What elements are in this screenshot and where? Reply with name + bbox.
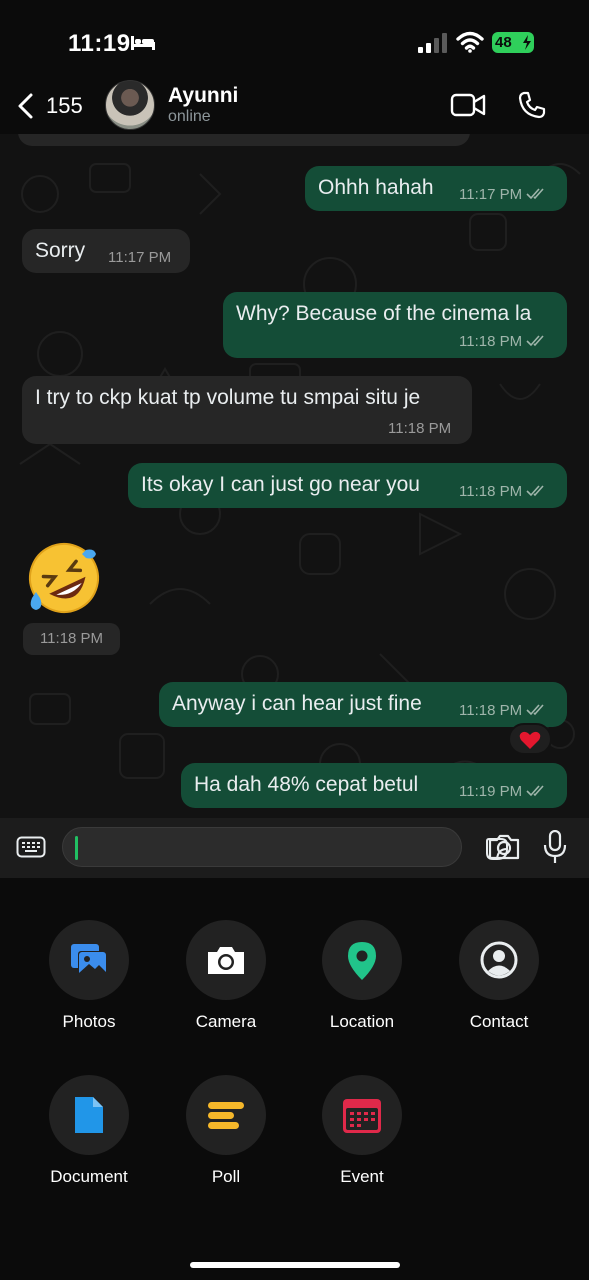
message-bubble[interactable]: Sorry 11:17 PM: [22, 229, 190, 273]
message-time: 11:18 PM: [459, 702, 546, 719]
read-receipt-icon: [526, 335, 544, 347]
location-pin-icon: [348, 942, 376, 980]
message-text: Its okay I can just go near you: [141, 473, 420, 496]
message-text: Why? Because of the cinema la: [236, 302, 532, 325]
message-bubble[interactable]: Ha dah 48% cepat betul 11:19 PM: [181, 763, 567, 808]
calendar-event-icon: [343, 1099, 381, 1133]
attach-label: Poll: [211, 1167, 241, 1186]
microphone-icon[interactable]: [543, 830, 567, 864]
attach-contact-button[interactable]: Contact: [434, 920, 564, 1050]
camera-icon: [208, 947, 244, 974]
red-heart-icon: [519, 731, 541, 749]
home-indicator[interactable]: [190, 1262, 400, 1268]
read-receipt-icon: [526, 785, 544, 797]
attach-label: Contact: [469, 1012, 529, 1031]
status-time: 11:19: [68, 30, 131, 57]
attach-camera-button[interactable]: Camera: [161, 920, 291, 1050]
attach-label: Location: [329, 1012, 395, 1031]
message-bubble[interactable]: Ohhh hahah 11:17 PM: [305, 166, 567, 211]
message-composer: [0, 818, 589, 878]
document-icon: [75, 1097, 103, 1133]
attach-document-circle[interactable]: [49, 1075, 129, 1155]
attachment-panel: Photos Camera Location Contact Document …: [0, 878, 589, 1280]
camera-icon[interactable]: [487, 833, 521, 861]
message-time: 11:18 PM: [388, 420, 452, 437]
attach-poll-circle[interactable]: [186, 1075, 266, 1155]
message-time: 11:18 PM: [459, 333, 546, 350]
message-timestamp: 11:17 PM: [459, 186, 523, 203]
message-text: Ha dah 48% cepat betul: [194, 773, 419, 796]
attach-document-button[interactable]: Document: [24, 1075, 154, 1205]
contact-name[interactable]: Ayunni: [168, 84, 238, 108]
message-text: Ohhh hahah: [318, 176, 434, 199]
attach-contact-circle[interactable]: [459, 920, 539, 1000]
message-bubble[interactable]: Why? Because of the cinema la 11:18 PM: [223, 292, 567, 358]
video-call-icon[interactable]: [450, 92, 486, 118]
attach-event-circle[interactable]: [322, 1075, 402, 1155]
message-bubble[interactable]: Its okay I can just go near you 11:18 PM: [128, 463, 567, 508]
message-time: 11:17 PM: [459, 186, 546, 203]
battery-charging-icon: [523, 35, 531, 50]
message-timestamp: 11:18 PM: [459, 483, 523, 500]
message-timestamp: 11:18 PM: [459, 333, 523, 350]
contact-status: online: [168, 108, 211, 125]
signal-icon: [418, 33, 447, 53]
contact-icon: [480, 941, 518, 979]
status-bar: 11:19 48: [0, 0, 589, 80]
message-time: 11:18 PM: [459, 483, 546, 500]
unread-count[interactable]: 155: [46, 93, 83, 119]
attach-label: Photos: [62, 1012, 116, 1031]
message-timestamp: 11:18 PM: [459, 702, 523, 719]
message-text: I try to ckp kuat tp volume tu smpai sit…: [35, 386, 421, 409]
reaction-badge[interactable]: [508, 723, 552, 755]
attach-label: Document: [50, 1167, 128, 1186]
battery-indicator: 48: [492, 32, 534, 53]
attach-camera-circle[interactable]: [186, 920, 266, 1000]
wifi-icon: [456, 31, 484, 53]
avatar[interactable]: [105, 80, 155, 130]
read-receipt-icon: [526, 704, 544, 716]
message-bubble[interactable]: I try to ckp kuat tp volume tu smpai sit…: [22, 376, 472, 444]
attach-label: Event: [340, 1167, 384, 1186]
attach-event-button[interactable]: Event: [297, 1075, 427, 1205]
chat-header: 155 Ayunni online: [0, 80, 589, 134]
message-time: 11:19 PM: [459, 783, 546, 800]
voice-call-icon[interactable]: [517, 90, 547, 120]
message-input[interactable]: [62, 827, 508, 867]
rolling-on-floor-laughing-emoji[interactable]: [24, 540, 104, 616]
attach-poll-button[interactable]: Poll: [161, 1075, 291, 1205]
read-receipt-icon: [526, 188, 544, 200]
back-chevron-icon[interactable]: [16, 92, 36, 120]
chat-area[interactable]: Ohhh hahah 11:17 PM Sorry 11:17 PM Why? …: [0, 134, 589, 818]
bed-icon: [131, 36, 155, 50]
attach-photos-circle[interactable]: [49, 920, 129, 1000]
battery-level: 48: [495, 34, 512, 51]
message-text: Sorry: [35, 239, 86, 262]
message-time: 11:18 PM: [23, 623, 120, 655]
message-bubble[interactable]: Anyway i can hear just fine 11:18 PM: [159, 682, 567, 727]
message-timestamp: 11:19 PM: [459, 783, 523, 800]
attach-location-button[interactable]: Location: [297, 920, 427, 1050]
keyboard-icon[interactable]: [16, 836, 46, 858]
message-text: Anyway i can hear just fine: [172, 692, 422, 715]
attach-label: Camera: [195, 1012, 257, 1031]
poll-icon: [208, 1102, 244, 1129]
message-time: 11:17 PM: [108, 249, 172, 266]
text-caret: [75, 836, 78, 860]
attach-photos-button[interactable]: Photos: [24, 920, 154, 1050]
photos-icon: [71, 944, 107, 976]
read-receipt-icon: [526, 485, 544, 497]
message-bubble-partial: [18, 134, 470, 146]
attach-location-circle[interactable]: [322, 920, 402, 1000]
